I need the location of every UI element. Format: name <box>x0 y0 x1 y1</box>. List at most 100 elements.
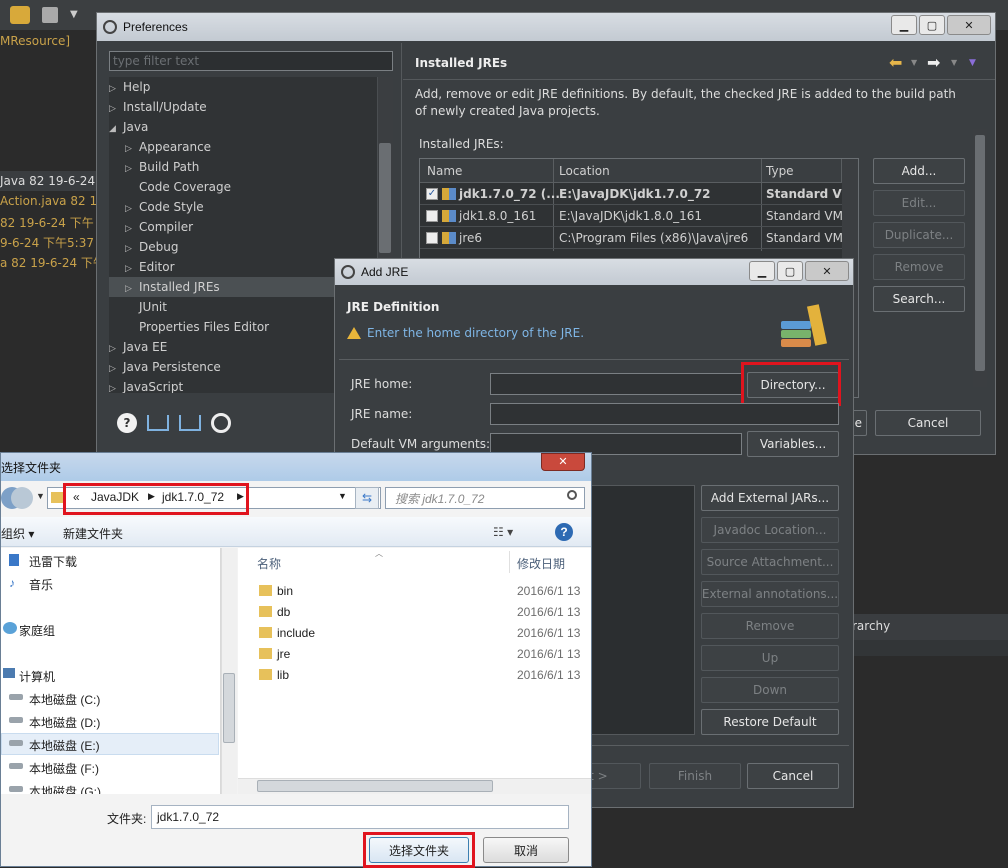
drive-icon <box>9 740 23 746</box>
file-include-name[interactable]: include <box>277 626 315 640</box>
tree-item-debug[interactable]: ▷ Debug <box>125 237 178 257</box>
col-type-header[interactable]: Type <box>766 164 794 178</box>
nav-scrollbar[interactable] <box>221 548 237 794</box>
toolbar-flow-icon[interactable] <box>42 7 58 23</box>
jre-name-input[interactable] <box>490 403 839 425</box>
tree-item-install-update[interactable]: ▷ Install/Update <box>109 97 207 117</box>
remove-library-button[interactable]: Remove <box>701 613 839 639</box>
tree-item-javascript[interactable]: ▷ JavaScript <box>109 377 183 393</box>
organize-menu[interactable]: 组织 ▾ <box>1 525 34 542</box>
tree-item-junit[interactable]: JUnit <box>125 297 167 317</box>
help-icon[interactable]: ? <box>117 413 137 433</box>
javadoc-location-button[interactable]: Javadoc Location... <box>701 517 839 543</box>
tree-item-appearance[interactable]: ▷ Appearance <box>125 137 211 157</box>
remove-jre-button[interactable]: Remove <box>873 254 965 280</box>
nav-forward-icon[interactable] <box>11 487 33 509</box>
jre-checkbox-checked[interactable]: ✓ <box>426 188 438 200</box>
file-hscroll-thumb[interactable] <box>257 780 493 792</box>
forward-arrow-icon[interactable]: ➡ <box>927 53 940 72</box>
search-jre-button[interactable]: Search... <box>873 286 965 312</box>
down-button[interactable]: Down <box>701 677 839 703</box>
minimize-button[interactable]: ▁ <box>749 261 775 281</box>
nav-scroll-thumb[interactable] <box>223 673 235 743</box>
close-button[interactable]: ✕ <box>947 15 991 35</box>
tree-item-build-path[interactable]: ▷ Build Path <box>125 157 199 177</box>
duplicate-jre-button[interactable]: Duplicate... <box>873 222 965 248</box>
file-lib-date: 2016/6/1 13 <box>517 668 581 682</box>
nav-item-xunlei[interactable]: 迅雷下载 <box>29 553 77 570</box>
chooser-cancel-button[interactable]: 取消 <box>483 837 569 863</box>
file-bin-name[interactable]: bin <box>277 584 293 598</box>
col-location-header[interactable]: Location <box>559 164 610 178</box>
search-icon[interactable] <box>567 490 577 500</box>
toolbar-dropdown-icon[interactable]: ▼ <box>70 9 78 20</box>
toolbar-sync-icon[interactable] <box>10 6 30 24</box>
chooser-title: 选择文件夹 <box>1 461 62 475</box>
tree-item-java[interactable]: ◢ Java <box>109 117 148 137</box>
add-external-jars-button[interactable]: Add External JARs... <box>701 485 839 511</box>
file-lib-name[interactable]: lib <box>277 668 289 682</box>
col-name-header[interactable]: 名称 <box>257 555 281 572</box>
file-jre-name[interactable]: jre <box>277 647 290 661</box>
jre-checkbox[interactable] <box>426 210 438 222</box>
up-button[interactable]: Up <box>701 645 839 671</box>
close-button[interactable]: ✕ <box>805 261 849 281</box>
prefs-cancel-button[interactable]: Cancel <box>875 410 981 436</box>
tree-item-java-ee[interactable]: ▷ Java EE <box>109 337 167 357</box>
col-name-header[interactable]: Name <box>427 164 462 178</box>
nav-history-icon[interactable]: ▼ <box>36 491 45 501</box>
add-jre-button[interactable]: Add... <box>873 158 965 184</box>
forward-dropdown-icon[interactable]: ▼ <box>951 58 957 67</box>
address-dropdown-icon[interactable]: ▼ <box>338 491 347 501</box>
restore-default-button[interactable]: Restore Default <box>701 709 839 735</box>
tree-scroll-thumb[interactable] <box>379 143 391 253</box>
nav-item-drive-f[interactable]: 本地磁盘 (F:) <box>29 760 99 777</box>
edit-jre-button[interactable]: Edit... <box>873 190 965 216</box>
tree-item-code-style[interactable]: ▷ Code Style <box>125 197 204 217</box>
nav-item-drive-g[interactable]: 本地磁盘 (G:) <box>29 783 101 794</box>
tree-item-properties-files-editor[interactable]: Properties Files Editor <box>125 317 269 337</box>
maximize-button[interactable]: ▢ <box>919 15 945 35</box>
export-icon[interactable] <box>179 415 201 431</box>
back-dropdown-icon[interactable]: ▼ <box>911 58 917 67</box>
finish-button[interactable]: Finish <box>649 763 741 789</box>
panel-scroll-thumb[interactable] <box>975 135 985 371</box>
view-menu-icon[interactable]: ▼ <box>969 58 976 68</box>
bg-hierarchy-tab[interactable]: rarchy <box>852 619 890 633</box>
minimize-button[interactable]: ▁ <box>891 15 917 35</box>
tree-item-compiler[interactable]: ▷ Compiler <box>125 217 193 237</box>
folder-icon <box>259 606 272 617</box>
variables-button[interactable]: Variables... <box>747 431 839 457</box>
file-db-name[interactable]: db <box>277 605 290 619</box>
folder-label: 文件夹: <box>107 812 147 826</box>
new-folder-button[interactable]: 新建文件夹 <box>63 525 123 542</box>
view-options-icon[interactable]: ☷ ▾ <box>493 525 513 539</box>
source-attachment-button[interactable]: Source Attachment... <box>701 549 839 575</box>
refresh-button[interactable]: ⇆ <box>355 487 379 509</box>
help-icon[interactable]: ? <box>555 523 573 541</box>
jre-name-label: JRE name: <box>351 407 413 421</box>
nav-item-homegroup[interactable]: 家庭组 <box>19 622 55 639</box>
col-date-header[interactable]: 修改日期 <box>517 555 565 572</box>
system-libraries-list[interactable] <box>591 485 695 735</box>
tree-item-help[interactable]: ▷ Help <box>109 77 150 97</box>
record-icon[interactable] <box>211 413 231 433</box>
jres-description: Add, remove or edit JRE definitions. By … <box>415 87 956 118</box>
jre-checkbox[interactable] <box>426 232 438 244</box>
tree-item-java-persistence[interactable]: ▷ Java Persistence <box>109 357 221 377</box>
nav-item-drive-d[interactable]: 本地磁盘 (D:) <box>29 714 100 731</box>
add-jre-cancel-button[interactable]: Cancel <box>747 763 839 789</box>
maximize-button[interactable]: ▢ <box>777 261 803 281</box>
nav-item-drive-c[interactable]: 本地磁盘 (C:) <box>29 691 100 708</box>
nav-item-music[interactable]: 音乐 <box>29 576 53 593</box>
tree-item-editor[interactable]: ▷ Editor <box>125 257 175 277</box>
tree-item-code-coverage[interactable]: Code Coverage <box>125 177 231 197</box>
homegroup-icon <box>3 622 17 634</box>
nav-item-computer[interactable]: 计算机 <box>19 668 55 685</box>
chooser-close-button[interactable]: ✕ <box>541 453 585 471</box>
import-icon[interactable] <box>147 415 169 431</box>
nav-item-drive-e[interactable]: 本地磁盘 (E:) <box>29 737 100 754</box>
jre-home-input[interactable] <box>490 373 742 395</box>
external-annotations-button[interactable]: External annotations... <box>701 581 839 607</box>
back-arrow-icon[interactable]: ⬅ <box>889 53 902 72</box>
